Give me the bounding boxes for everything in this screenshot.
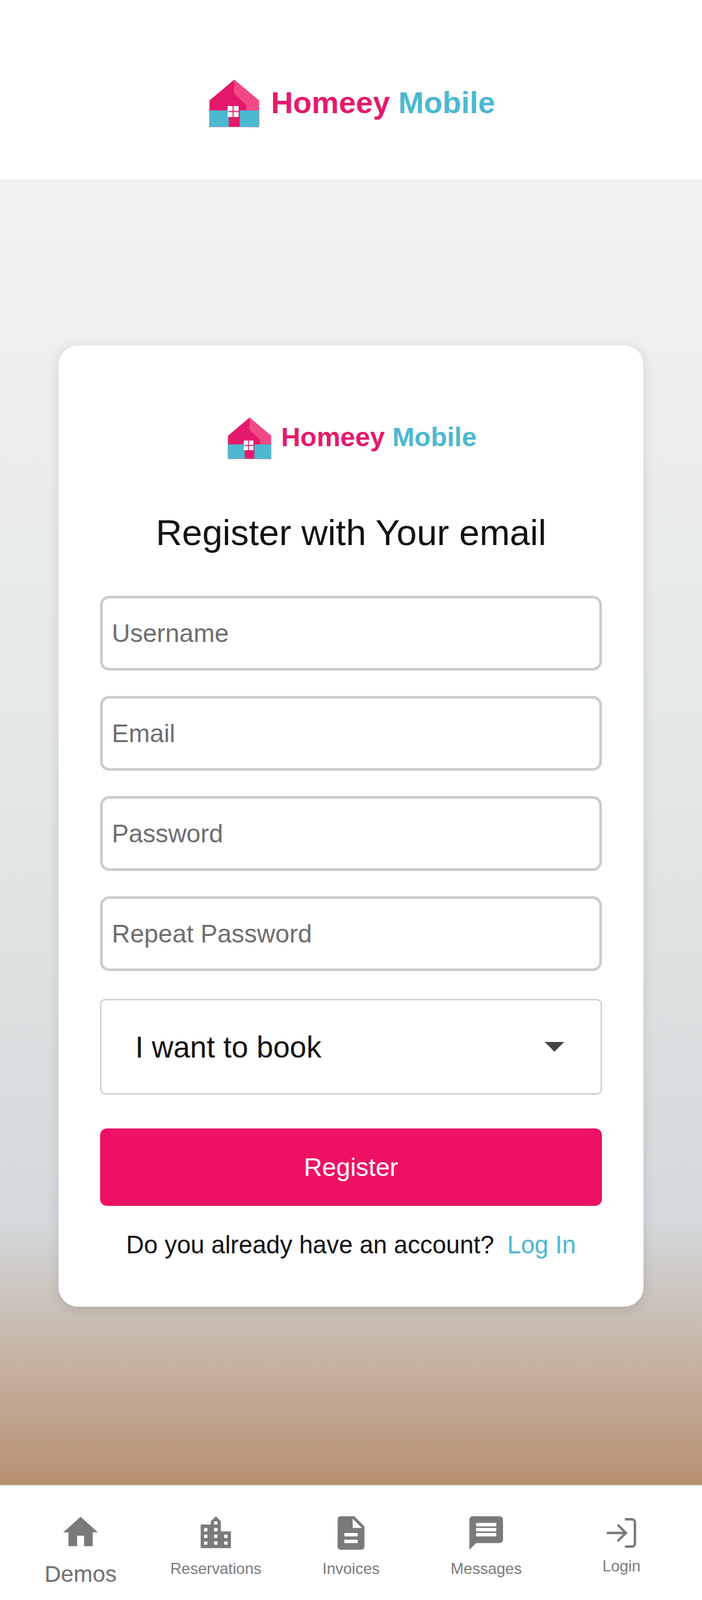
dropdown-arrow-icon [544, 1041, 565, 1052]
background-photo: Homeey Mobile Register with Your email I w… [0, 179, 702, 1484]
message-icon [466, 1511, 507, 1553]
logo-text: Homeey Mobile [281, 421, 478, 454]
home-icon [59, 1510, 102, 1553]
text-input[interactable] [100, 595, 602, 671]
register-fields [100, 595, 602, 971]
nav-label: Messages [450, 1558, 522, 1577]
register-title: Register with Your email [100, 510, 602, 554]
login-link[interactable]: Log In [507, 1228, 576, 1261]
nav-item[interactable]: Reservations [148, 1485, 284, 1599]
building-icon [195, 1511, 236, 1553]
app-header: Homeey Mobile [0, 0, 702, 180]
nav-label: Login [602, 1556, 641, 1575]
house-logo-icon [225, 415, 274, 460]
role-select[interactable]: I want to book [100, 998, 602, 1094]
nav-label: Invoices [322, 1558, 380, 1577]
register-card: Homeey Mobile Register with Your email I w… [58, 345, 644, 1306]
nav-item[interactable]: Invoices [283, 1485, 419, 1599]
password-input[interactable] [100, 895, 602, 971]
register-page: Homeey Mobile Homeey Mobile Register with … [0, 0, 702, 1599]
house-logo-icon [206, 77, 262, 129]
nav-item[interactable]: Demos [13, 1485, 149, 1599]
bottom-nav: Demos Reservations Invoices Messages Login [0, 1483, 702, 1599]
select-value: I want to book [135, 1028, 322, 1065]
card-logo: Homeey Mobile [225, 415, 478, 460]
email-input[interactable] [100, 695, 602, 771]
prompt-text: Do you already have an account? [126, 1228, 494, 1261]
nav-label: Demos [44, 1560, 117, 1586]
register-button[interactable]: Register [100, 1127, 602, 1206]
header-logo: Homeey Mobile [206, 77, 495, 129]
password-input[interactable] [100, 795, 602, 871]
login-prompt: Do you already have an account? Log In [100, 1228, 602, 1261]
login-icon [603, 1513, 640, 1551]
document-icon [330, 1511, 372, 1553]
nav-item[interactable]: Messages [418, 1485, 554, 1599]
nav-label: Reservations [170, 1558, 262, 1577]
logo-text: Homeey Mobile [271, 84, 496, 121]
nav-item[interactable]: Login [553, 1485, 689, 1599]
